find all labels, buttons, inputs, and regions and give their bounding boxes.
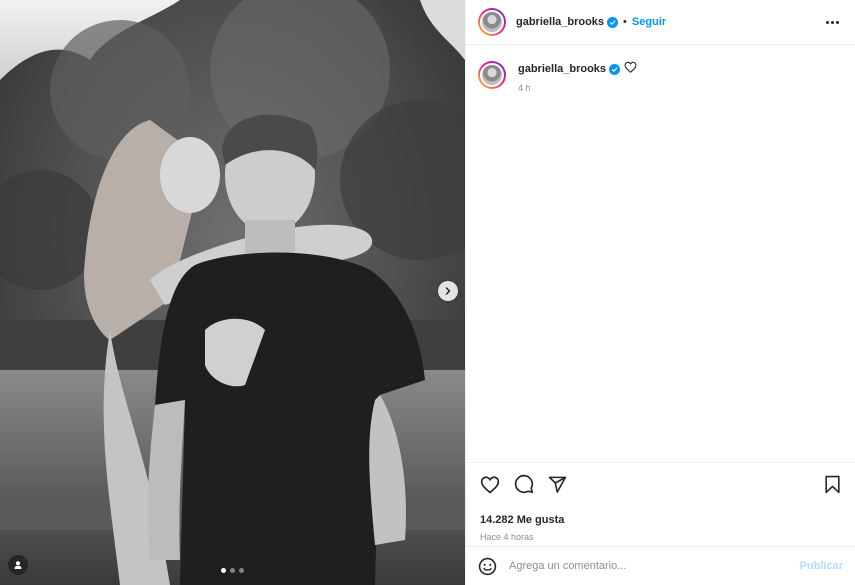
header-separator: • [623,16,627,28]
save-button[interactable] [824,475,841,494]
post-photo [0,0,465,585]
heart-icon [480,475,500,493]
emoji-icon [478,557,497,575]
caption-username[interactable]: gabriella_brooks [518,63,606,75]
follow-button[interactable]: Seguir [632,16,666,28]
chevron-right-icon [445,287,451,295]
post-caption: gabriella_brooks 4 h [466,45,855,93]
comment-button[interactable] [514,474,534,494]
carousel-dot [230,568,235,573]
caption-like-button[interactable] [624,60,637,78]
post-actions: 14.282 Me gusta Hace 4 horas [466,462,855,546]
share-button[interactable] [548,475,567,494]
carousel-dot [239,568,244,573]
verified-badge-icon [609,63,621,75]
avatar[interactable] [478,8,506,36]
user-tag-icon [14,561,22,569]
post-timestamp: Hace 4 horas [480,532,534,542]
avatar[interactable] [478,61,506,89]
comment-icon [514,474,534,494]
carousel-dot [221,568,226,573]
comment-bar: Publicar [466,546,855,585]
author-username[interactable]: gabriella_brooks [516,16,604,28]
more-options-button[interactable] [826,20,843,24]
post-media[interactable] [0,0,465,585]
send-icon [548,476,567,493]
comment-input[interactable] [509,560,800,572]
post-header: gabriella_brooks • Seguir [466,0,855,45]
publish-button[interactable]: Publicar [800,560,843,572]
post-panel: gabriella_brooks • Seguir gabriella_broo… [465,0,855,585]
carousel-next-button[interactable] [438,281,458,301]
heart-icon [624,61,637,73]
bookmark-icon [825,475,840,493]
verified-badge-icon [607,16,619,28]
emoji-button[interactable] [478,557,497,576]
more-horizontal-icon [826,20,829,24]
like-count[interactable]: 14.282 Me gusta [480,514,841,526]
caption-timestamp: 4 h [518,83,531,93]
like-button[interactable] [480,475,500,494]
carousel-indicator [221,568,244,573]
tagged-users-button[interactable] [8,555,28,575]
